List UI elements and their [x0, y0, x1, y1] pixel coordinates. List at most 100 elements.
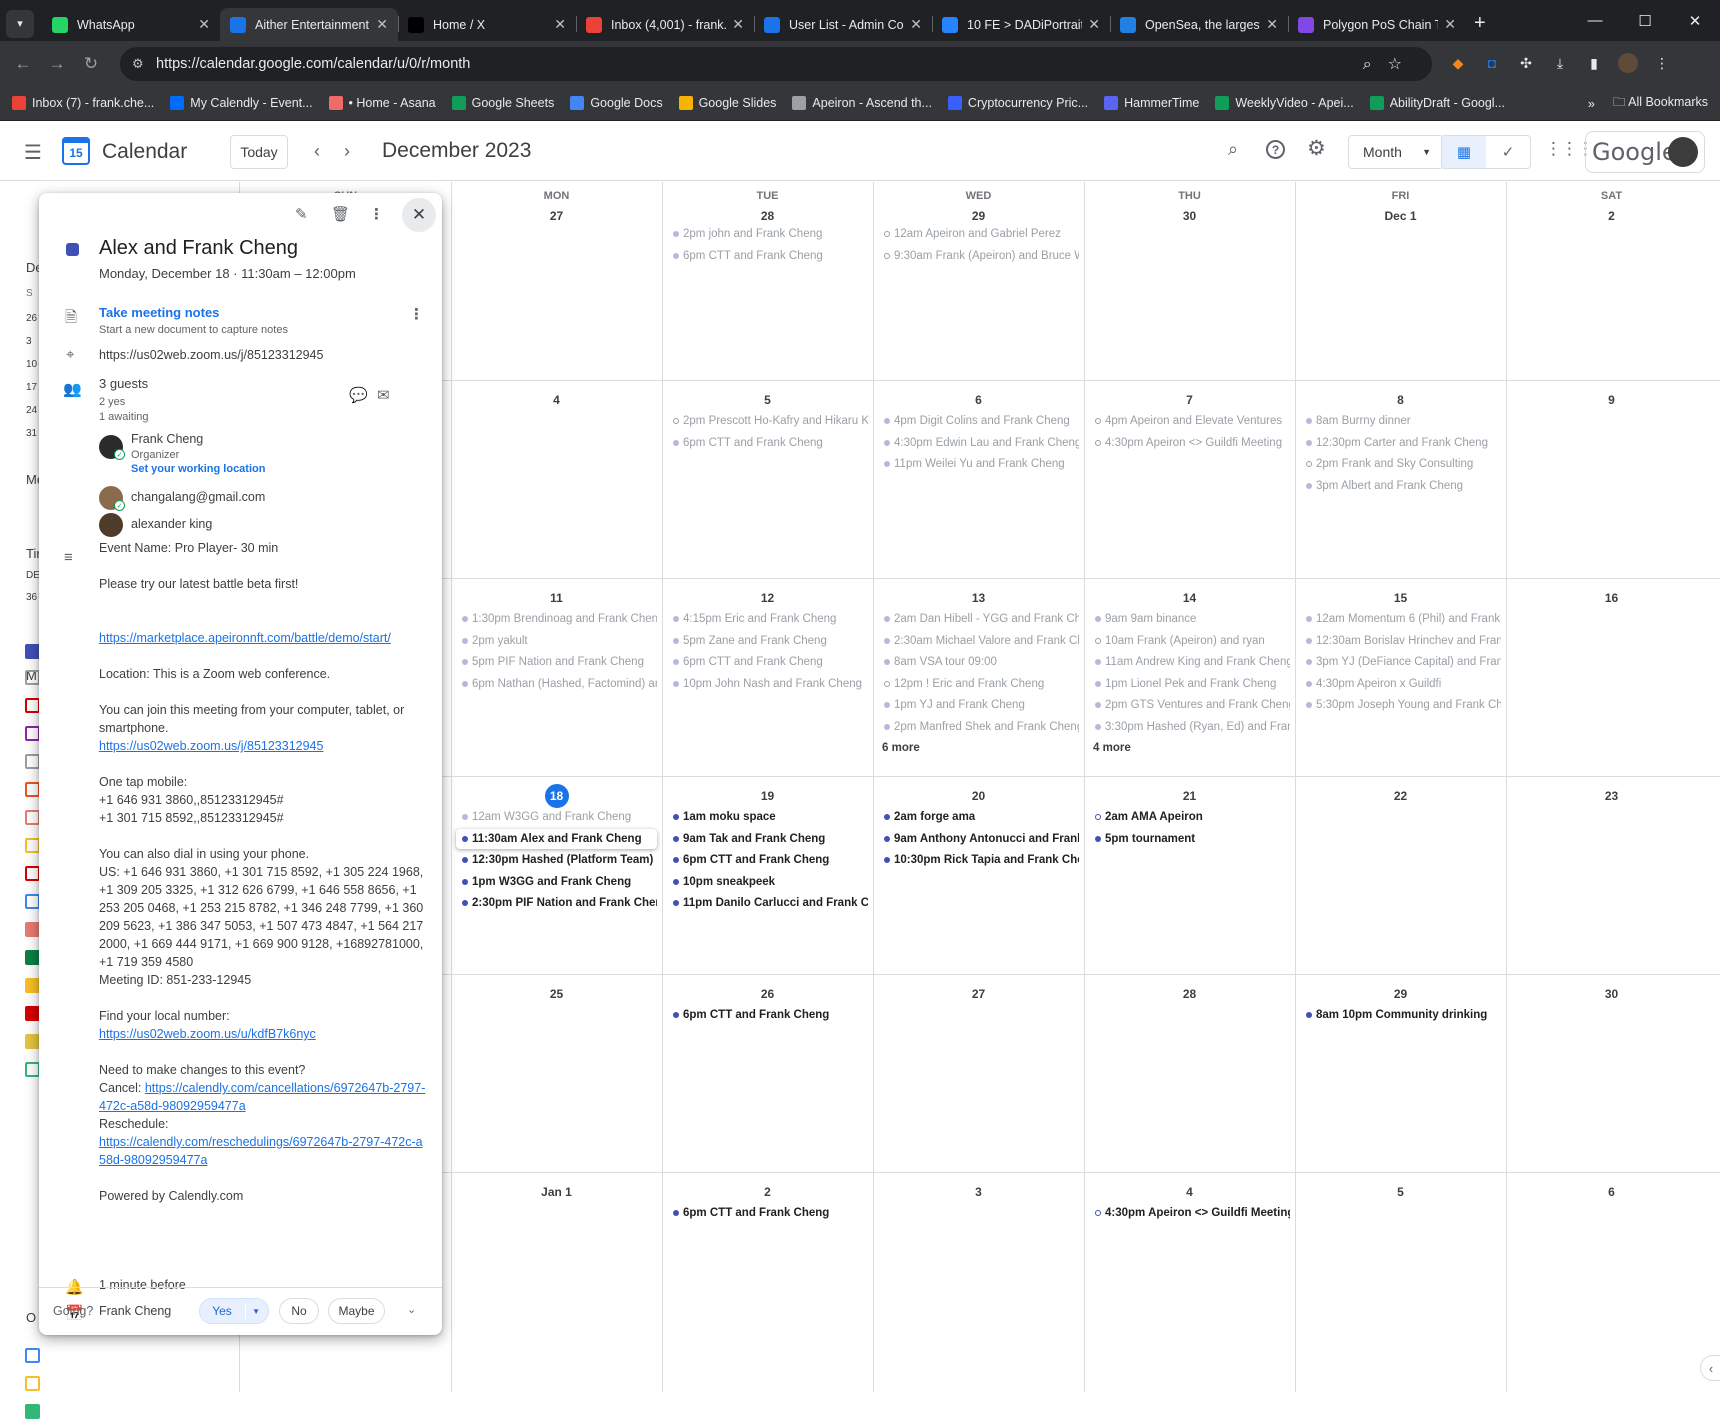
bookmark-item[interactable]: Inbox (7) - frank.che...	[12, 96, 154, 110]
calendar-event-chip[interactable]: 4:30pm Apeiron <> Guildfi Meeting	[1089, 433, 1290, 453]
bookmark-item[interactable]: Google Sheets	[451, 96, 554, 110]
close-tab-icon[interactable]: ✕	[376, 16, 388, 33]
calendar-event-chip[interactable]: 8am 10pm Community drinking	[1300, 1005, 1501, 1025]
bookmark-item[interactable]: • Home - Asana	[328, 96, 436, 110]
calendar-event-chip[interactable]: 12am Apeiron and Gabriel Perez	[878, 224, 1079, 244]
more-options-icon[interactable]: ⋮	[369, 205, 384, 223]
close-tab-icon[interactable]: ✕	[198, 16, 210, 33]
app-title[interactable]: Calendar	[102, 140, 187, 164]
mini-week-number[interactable]: 31	[26, 428, 37, 439]
reload-button[interactable]: ↻	[74, 54, 108, 74]
calendar-event-chip[interactable]: 9am Anthony Antonucci and Frank Ch	[878, 829, 1079, 849]
browser-tab[interactable]: Home / X ✕	[398, 8, 576, 41]
calendar-event-chip[interactable]: 8am Burrny dinner	[1300, 411, 1501, 431]
calendar-event-chip[interactable]: 2pm yakult	[456, 631, 657, 651]
side-panel-toggle-icon[interactable]: ‹	[1700, 1355, 1720, 1381]
calendar-view-icon[interactable]: ▦	[1442, 136, 1486, 168]
day-number[interactable]: 4	[451, 388, 662, 412]
day-number[interactable]: 27	[451, 204, 662, 228]
extensions-puzzle-icon[interactable]: ✣	[1516, 53, 1536, 73]
day-number[interactable]: 22	[1295, 784, 1506, 808]
calendar-event-chip[interactable]: 4:30pm Apeiron <> Guildfi Meeting	[1089, 1203, 1290, 1223]
browser-tab[interactable]: 10 FE > DADiPortrait ✕	[932, 8, 1110, 41]
settings-gear-icon[interactable]: ⚙	[1307, 136, 1326, 161]
day-number[interactable]: 14	[1084, 586, 1295, 610]
calendar-checkbox[interactable]	[25, 670, 40, 685]
close-tab-icon[interactable]: ✕	[554, 16, 566, 33]
day-number[interactable]: 30	[1506, 982, 1717, 1006]
description-link[interactable]: https://us02web.zoom.us/u/kdfB7k6nyc	[99, 1027, 316, 1041]
calendar-checkbox[interactable]	[25, 950, 40, 965]
calendar-checkbox[interactable]	[25, 1062, 40, 1077]
calendar-checkbox[interactable]	[25, 1006, 40, 1021]
calendar-event-chip[interactable]: 1pm W3GG and Frank Cheng	[456, 872, 657, 892]
take-notes-link[interactable]: Take meeting notes	[99, 305, 219, 320]
close-tab-icon[interactable]: ✕	[1088, 16, 1100, 33]
rsvp-yes-button[interactable]: Yes ▼	[199, 1298, 269, 1324]
calendar-event-chip[interactable]: 6pm CTT and Frank Cheng	[667, 433, 868, 453]
calendar-event-chip[interactable]: 6pm CTT and Frank Cheng	[667, 246, 868, 266]
calendar-event-chip[interactable]: 10:30pm Rick Tapia and Frank Cheng	[878, 850, 1079, 870]
extension-shield-icon[interactable]: ◘	[1482, 53, 1502, 73]
close-tab-icon[interactable]: ✕	[910, 16, 922, 33]
today-button[interactable]: Today	[230, 135, 288, 169]
calendar-checkbox[interactable]	[25, 1376, 40, 1391]
close-popup-button[interactable]: ✕	[402, 198, 436, 232]
email-guests-icon[interactable]: ✉	[377, 386, 390, 404]
calendar-event-chip[interactable]: 1am moku space	[667, 807, 868, 827]
mini-week-number[interactable]: 3	[26, 336, 32, 347]
mini-week-number[interactable]: 10	[26, 359, 37, 370]
calendar-event-chip[interactable]: 4:30pm Edwin Lau and Frank Cheng	[878, 433, 1079, 453]
calendar-event-chip[interactable]: 12am Momentum 6 (Phil) and Frank C	[1300, 609, 1501, 629]
calendar-event-chip[interactable]: 3pm YJ (DeFiance Capital) and Frank C	[1300, 652, 1501, 672]
calendar-event-chip[interactable]: 3pm Albert and Frank Cheng	[1300, 476, 1501, 496]
day-number[interactable]: 4	[1084, 1180, 1295, 1204]
calendar-event-chip[interactable]: 10pm sneakpeek	[667, 872, 868, 892]
google-account-box[interactable]: Google	[1585, 131, 1705, 173]
guests-count[interactable]: 3 guests	[99, 376, 148, 391]
calendar-checkbox[interactable]	[25, 1404, 40, 1419]
bookmark-item[interactable]: Google Slides	[678, 96, 776, 110]
next-month-button[interactable]: ›	[344, 141, 350, 162]
rsvp-options-arrow-icon[interactable]: ▼	[252, 1307, 260, 1316]
calendar-checkbox[interactable]	[25, 894, 40, 909]
description-link[interactable]: https://marketplace.apeironnft.com/battl…	[99, 631, 391, 645]
delete-trash-icon[interactable]: 🗑	[331, 205, 350, 223]
calendar-event-chip[interactable]: 2:30am Michael Valore and Frank Che	[878, 631, 1079, 651]
day-number[interactable]: 25	[451, 982, 662, 1006]
calendar-event-chip[interactable]: 2:30pm PIF Nation and Frank Cheng	[456, 893, 657, 913]
all-bookmarks-button[interactable]: 🗀 All Bookmarks	[1613, 93, 1708, 114]
bookmark-item[interactable]: Apeiron - Ascend th...	[792, 96, 932, 110]
main-menu-icon[interactable]: ☰	[24, 140, 42, 165]
mini-week-number[interactable]: 26	[26, 313, 37, 324]
calendar-event-chip[interactable]: 11am Andrew King and Frank Cheng	[1089, 652, 1290, 672]
calendar-event-chip[interactable]: 5pm Zane and Frank Cheng	[667, 631, 868, 651]
rsvp-maybe-button[interactable]: Maybe	[328, 1298, 385, 1324]
day-number[interactable]: 5	[1295, 1180, 1506, 1204]
bookmark-item[interactable]: Google Docs	[570, 96, 663, 110]
calendar-event-chip[interactable]: 6pm CTT and Frank Cheng	[667, 1005, 868, 1025]
calendar-logo[interactable]: 15	[62, 137, 90, 165]
browser-tab[interactable]: OpenSea, the largest ✕	[1110, 8, 1288, 41]
working-location-link[interactable]: Set your working location	[131, 463, 265, 475]
expand-chevron-icon[interactable]: ⌄	[407, 1303, 416, 1316]
close-tab-icon[interactable]: ✕	[732, 16, 744, 33]
calendar-checkbox[interactable]	[25, 1348, 40, 1363]
day-number[interactable]: 5	[662, 388, 873, 412]
calendar-checkbox[interactable]	[25, 644, 40, 659]
day-number[interactable]: 9	[1506, 388, 1717, 412]
calendar-event-chip[interactable]: 9am 9am binance	[1089, 609, 1290, 629]
site-info-icon[interactable]: ⚙	[132, 56, 144, 72]
notes-more-icon[interactable]: ⋮	[409, 305, 424, 323]
calendar-event-chip[interactable]: 12pm ! Eric and Frank Cheng	[878, 674, 1079, 694]
description-link[interactable]: https://calendly.com/cancellations/69726…	[99, 1081, 425, 1113]
download-icon[interactable]: ⤓	[1550, 53, 1570, 73]
day-number[interactable]: Jan 1	[451, 1180, 662, 1204]
bookmark-item[interactable]: My Calendly - Event...	[170, 96, 313, 110]
close-window-button[interactable]: ✕	[1670, 0, 1720, 41]
calendar-event-chip[interactable]: 9am Tak and Frank Cheng	[667, 829, 868, 849]
calendar-event-chip[interactable]: 2pm Prescott Ho-Kafry and Hikaru Ka	[667, 411, 868, 431]
calendar-event-chip[interactable]: 6pm CTT and Frank Cheng	[667, 1203, 868, 1223]
description-link[interactable]: https://us02web.zoom.us/j/85123312945	[99, 739, 323, 753]
calendar-event-chip[interactable]: 10am Frank (Apeiron) and ryan	[1089, 631, 1290, 651]
